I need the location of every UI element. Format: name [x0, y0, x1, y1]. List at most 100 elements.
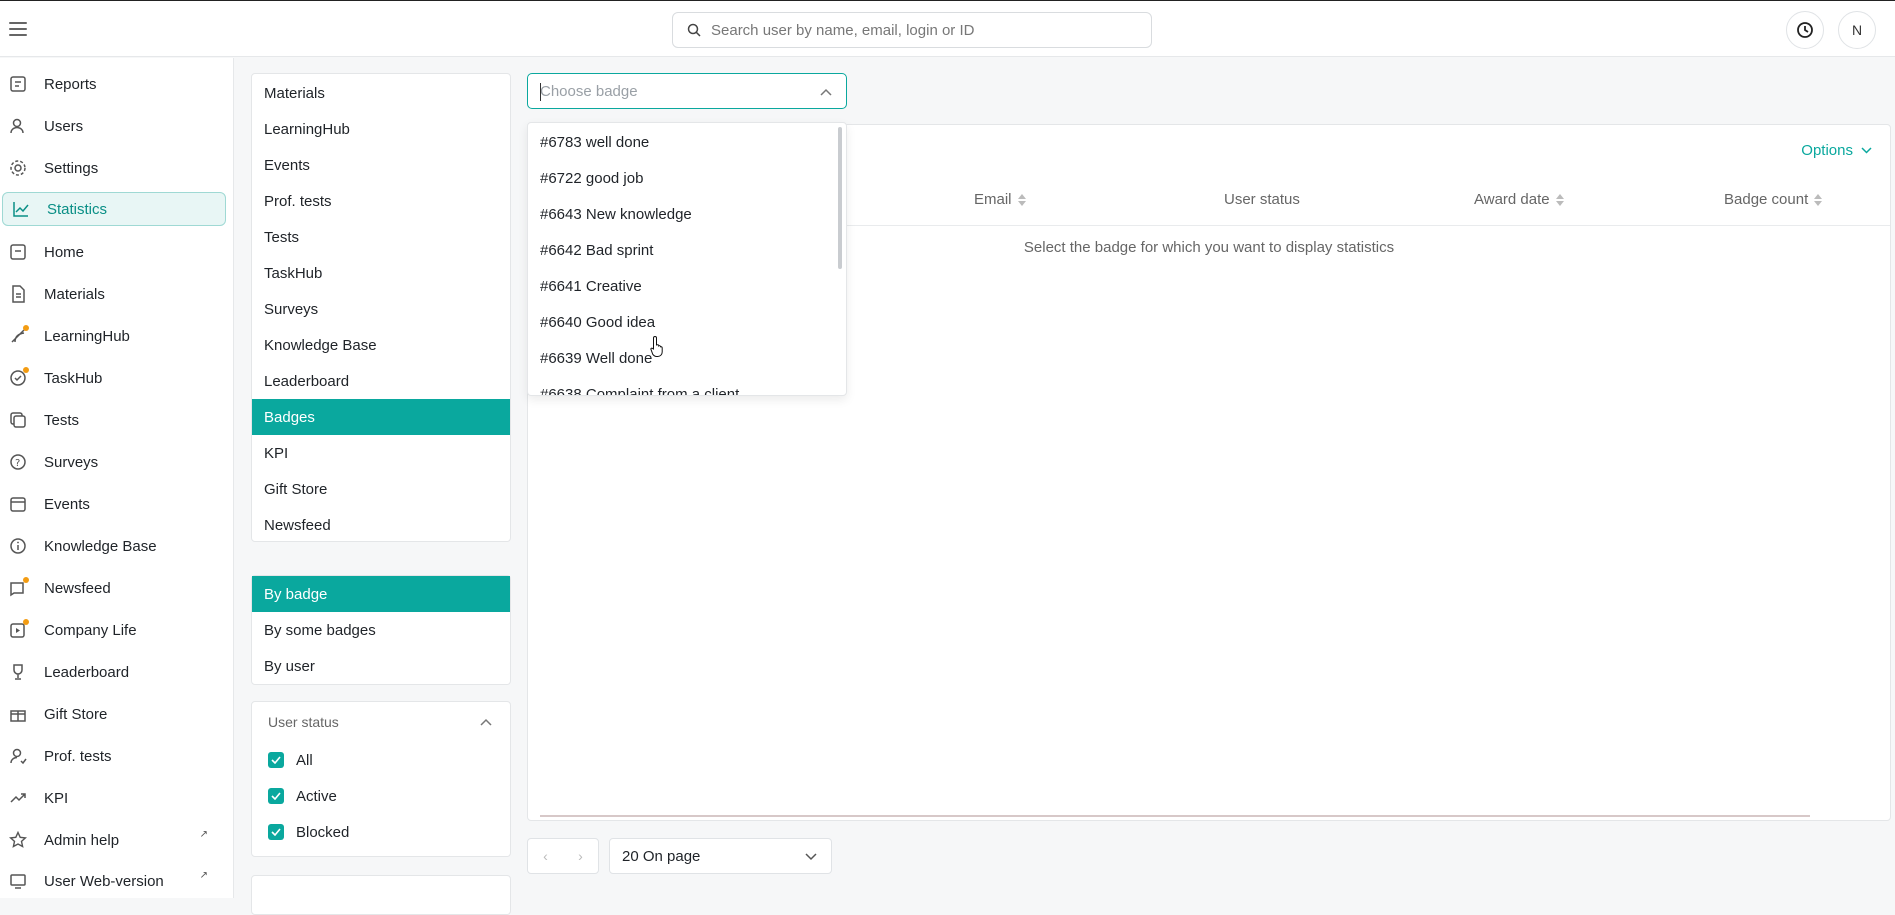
sidebar-item-gift-store[interactable]: Gift Store [0, 697, 224, 731]
surveys-icon: ? [8, 452, 28, 472]
gear-icon [8, 158, 28, 178]
chevron-up-icon[interactable] [820, 88, 832, 96]
sidebar-item-reports[interactable]: Reports [0, 67, 224, 101]
mode-by-badge[interactable]: By badge [252, 576, 510, 612]
column-label: Badge count [1724, 191, 1809, 208]
category-tests[interactable]: Tests [252, 219, 510, 255]
badge-option[interactable]: #6641 Creative [528, 268, 846, 304]
external-link-icon: ↗ [199, 829, 208, 840]
badge-select-input[interactable] [540, 82, 800, 100]
category-leaderboard[interactable]: Leaderboard [252, 363, 510, 399]
sidebar-item-materials[interactable]: Materials [0, 277, 224, 311]
history-button[interactable] [1786, 11, 1824, 49]
status-option-active[interactable]: Active [252, 778, 510, 814]
options-button[interactable]: Options [1801, 142, 1872, 159]
sidebar-item-tests[interactable]: Tests [0, 403, 224, 437]
sidebar-item-statistics[interactable]: Statistics [2, 192, 226, 226]
trophy-icon [8, 662, 28, 682]
checkbox-checked-icon[interactable] [268, 824, 284, 840]
category-list: Materials LearningHub Events Prof. tests… [251, 73, 511, 542]
search-box[interactable] [672, 12, 1152, 48]
column-label: User status [1224, 191, 1300, 208]
chevron-down-icon [805, 853, 817, 861]
column-header-email[interactable]: Email [974, 191, 1026, 208]
sidebar-item-learninghub[interactable]: LearningHub [0, 319, 224, 353]
avatar-initial: N [1851, 22, 1863, 38]
checkbox-checked-icon[interactable] [268, 752, 284, 768]
next-page-icon[interactable]: › [578, 848, 583, 864]
learninghub-icon [8, 325, 29, 346]
category-taskhub[interactable]: TaskHub [252, 255, 510, 291]
sidebar-item-knowledge-base[interactable]: Knowledge Base [0, 529, 224, 563]
notification-dot [23, 619, 29, 625]
status-option-blocked[interactable]: Blocked [252, 814, 510, 850]
sidebar-item-user-web-version[interactable]: User Web-version ↗ [0, 864, 224, 898]
status-option-all[interactable]: All [252, 742, 510, 778]
mode-by-user[interactable]: By user [252, 648, 510, 684]
sidebar-item-label: Company Life [44, 621, 137, 639]
notification-dot [23, 367, 29, 373]
chevron-up-icon[interactable] [480, 718, 492, 726]
info-icon [8, 536, 28, 556]
sidebar-item-label: KPI [44, 789, 69, 807]
sidebar-item-home[interactable]: Home [0, 235, 224, 269]
reports-icon [8, 74, 28, 94]
column-header-badge-count[interactable]: Badge count [1724, 191, 1823, 208]
user-status-filter: User status All Active Blocked [251, 701, 511, 857]
badge-option[interactable]: #6640 Good idea [528, 304, 846, 340]
prev-page-icon[interactable]: ‹ [543, 848, 548, 864]
category-knowledge-base[interactable]: Knowledge Base [252, 327, 510, 363]
badge-option[interactable]: #6639 Well done [528, 340, 846, 376]
company-life-icon [8, 619, 29, 640]
sidebar-item-label: Users [44, 117, 84, 135]
sidebar-item-settings[interactable]: Settings [0, 151, 224, 185]
sidebar-item-label: Tests [44, 411, 80, 429]
sidebar-item-admin-help[interactable]: Admin help ↗ [0, 823, 224, 857]
category-materials[interactable]: Materials [252, 75, 510, 111]
checkbox-checked-icon[interactable] [268, 788, 284, 804]
sidebar-item-users[interactable]: Users [0, 109, 224, 143]
category-kpi[interactable]: KPI [252, 435, 510, 471]
status-option-label: Blocked [296, 823, 350, 841]
sidebar-item-taskhub[interactable]: TaskHub [0, 361, 224, 395]
user-status-header[interactable]: User status [252, 702, 510, 742]
top-bar: N [0, 0, 1895, 57]
badge-option[interactable]: #6642 Bad sprint [528, 232, 846, 268]
sidebar-item-newsfeed[interactable]: Newsfeed [0, 571, 224, 605]
avatar[interactable]: N [1838, 11, 1876, 49]
category-newsfeed[interactable]: Newsfeed [252, 507, 510, 543]
sidebar: Reports Users Settings Statistics Home M… [0, 58, 234, 898]
sidebar-item-label: User Web-version [44, 872, 164, 890]
badge-select[interactable] [527, 73, 847, 109]
sidebar-item-kpi[interactable]: KPI [0, 781, 224, 815]
search-input[interactable] [711, 21, 1131, 39]
sidebar-item-company-life[interactable]: Company Life [0, 613, 224, 647]
per-page-select[interactable]: 20 On page [609, 838, 832, 874]
category-events[interactable]: Events [252, 147, 510, 183]
category-learninghub[interactable]: LearningHub [252, 111, 510, 147]
sidebar-item-leaderboard[interactable]: Leaderboard [0, 655, 224, 689]
dropdown-scrollbar[interactable] [838, 127, 842, 269]
badge-option[interactable]: #6722 good job [528, 160, 846, 196]
document-icon [8, 284, 28, 304]
home-icon [8, 242, 28, 262]
sidebar-item-label: Statistics [47, 200, 108, 218]
horizontal-scrollbar[interactable] [540, 815, 1810, 817]
category-surveys[interactable]: Surveys [252, 291, 510, 327]
sidebar-item-events[interactable]: Events [0, 487, 224, 521]
svg-text:?: ? [15, 458, 20, 469]
sort-icon [1555, 193, 1564, 206]
column-header-award-date[interactable]: Award date [1474, 191, 1564, 208]
badge-option[interactable]: #6783 well done [528, 124, 846, 160]
mode-by-some-badges[interactable]: By some badges [252, 612, 510, 648]
category-prof-tests[interactable]: Prof. tests [252, 183, 510, 219]
category-gift-store[interactable]: Gift Store [252, 471, 510, 507]
category-badges[interactable]: Badges [252, 399, 510, 435]
sidebar-item-label: Reports [44, 75, 97, 93]
menu-icon[interactable] [8, 19, 28, 39]
badge-option[interactable]: #6638 Complaint from a client [528, 376, 846, 396]
users-icon [8, 116, 28, 136]
sidebar-item-prof-tests[interactable]: Prof. tests [0, 739, 224, 773]
badge-option[interactable]: #6643 New knowledge [528, 196, 846, 232]
sidebar-item-surveys[interactable]: ? Surveys [0, 445, 224, 479]
